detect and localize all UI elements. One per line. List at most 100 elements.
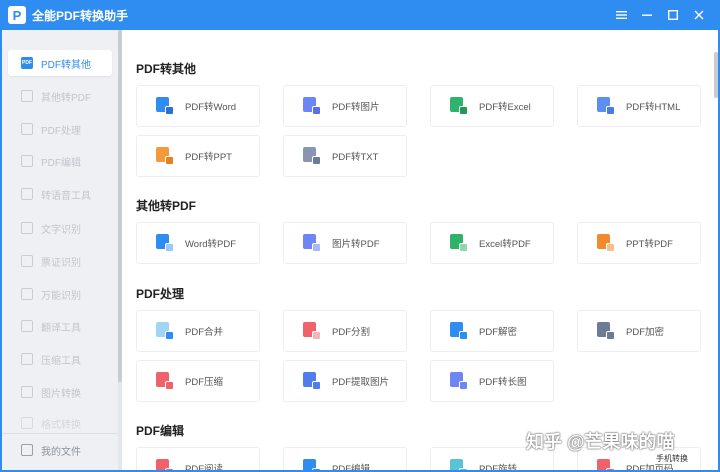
sidebar-item-label: PDF转其他	[41, 59, 91, 71]
translate-icon	[21, 320, 33, 332]
mobile-sync-label[interactable]: 手机转换	[656, 453, 688, 464]
tool-card[interactable]: PDF合并	[136, 310, 260, 352]
sidebar-item-compress[interactable]: 压缩工具	[8, 346, 112, 372]
tool-card[interactable]: PDF编辑	[283, 447, 407, 472]
tool-card[interactable]: PDF阅读	[136, 447, 260, 472]
sidebar: PDF PDF转其他 其他转PDF PDF处理 PDF编辑 转语音工具 文字识别…	[2, 30, 120, 470]
tool-card[interactable]: PPT转PDF	[577, 222, 701, 264]
tool-card-label: 图片转PDF	[332, 239, 380, 250]
pdf-to-txt-icon	[303, 147, 321, 165]
tool-card-label: PDF解密	[479, 327, 518, 338]
tool-card-label: PDF加密	[626, 327, 665, 338]
tool-card-label: PDF转图片	[332, 102, 380, 113]
tool-card[interactable]: PDF转TXT	[283, 135, 407, 177]
tool-card-label: PDF转HTML	[626, 102, 681, 113]
tool-card[interactable]: PDF分割	[283, 310, 407, 352]
tool-card[interactable]: PDF压缩	[136, 360, 260, 402]
ticket-icon	[21, 255, 33, 267]
ocr-icon	[21, 222, 33, 234]
app-title: 全能PDF转换助手	[32, 8, 129, 23]
tool-card[interactable]: PDF转长图	[430, 360, 554, 402]
pdf-to-ppt-icon	[156, 147, 174, 165]
sidebar-item-pdf-process[interactable]: PDF处理	[8, 116, 112, 142]
sidebar-item-translate[interactable]: 翻译工具	[8, 313, 112, 339]
tool-card-label: PDF转TXT	[332, 152, 379, 163]
main-content: PDF转其他 PDF转Word PDF转图片 PDF转Excel PDF转HTML PDF…	[122, 30, 718, 472]
pdf-compress-icon	[156, 372, 174, 390]
section-title: PDF编辑	[136, 424, 185, 438]
tool-card[interactable]: PDF转PPT	[136, 135, 260, 177]
voice-icon	[21, 188, 33, 200]
close-icon	[694, 10, 704, 20]
tool-card[interactable]: PDF转图片	[283, 85, 407, 127]
tool-card-label: Word转PDF	[185, 239, 237, 250]
sidebar-item-my-files[interactable]: 我的文件	[8, 437, 112, 463]
tool-card[interactable]: PDF转Excel	[430, 85, 554, 127]
pdf-edit-icon	[21, 155, 33, 167]
sidebar-item-label: 图片转换	[41, 388, 81, 400]
watermark: 知乎 @芒果味的喵	[526, 432, 675, 452]
sidebar-item-label: PDF编辑	[41, 157, 81, 169]
sidebar-item-label: PDF处理	[41, 125, 81, 137]
pdf-encrypt-icon	[597, 322, 615, 340]
tool-card-label: PDF转PPT	[185, 152, 232, 163]
to-pdf-icon	[21, 90, 33, 102]
tool-card-label: PDF提取图片	[332, 377, 390, 388]
sidebar-item-pdf-edit[interactable]: PDF编辑	[8, 148, 112, 174]
menu-icon	[615, 11, 627, 19]
minimize-button[interactable]	[634, 0, 660, 30]
pdf-to-word-icon	[156, 97, 174, 115]
pdf-to-excel-icon	[450, 97, 468, 115]
sidebar-divider	[2, 433, 119, 434]
sidebar-item-label: 我的文件	[41, 446, 81, 458]
sidebar-item-label: 转语音工具	[41, 190, 91, 202]
title-bar: P 全能PDF转换助手	[0, 0, 720, 30]
section-title: PDF转其他	[136, 62, 197, 76]
tool-card[interactable]: 图片转PDF	[283, 222, 407, 264]
pdf-process-icon	[21, 123, 33, 135]
sidebar-item-voice-tools[interactable]: 转语音工具	[8, 181, 112, 207]
sidebar-item-universal-recognition[interactable]: 万能识别	[8, 281, 112, 307]
tool-card[interactable]: Excel转PDF	[430, 222, 554, 264]
tool-card[interactable]: PDF提取图片	[283, 360, 407, 402]
tool-card-label: Excel转PDF	[479, 239, 531, 250]
excel-to-pdf-icon	[450, 234, 468, 252]
tool-card-label: PDF转长图	[479, 377, 527, 388]
pdf-extract-image-icon	[303, 372, 321, 390]
sidebar-item-label: 票证识别	[41, 257, 81, 269]
window-border-left	[0, 30, 2, 472]
close-button[interactable]	[686, 0, 712, 30]
sidebar-item-label: 压缩工具	[41, 355, 81, 367]
word-to-pdf-icon	[156, 234, 174, 252]
tool-card[interactable]: Word转PDF	[136, 222, 260, 264]
maximize-button[interactable]	[660, 0, 686, 30]
image-to-pdf-icon	[303, 234, 321, 252]
tool-card-label: PDF合并	[185, 327, 224, 338]
sidebar-item-image-convert[interactable]: 图片转换	[8, 379, 112, 405]
menu-button[interactable]	[608, 0, 634, 30]
tool-card[interactable]: PDF解密	[430, 310, 554, 352]
pdf-convert-icon: PDF	[21, 57, 33, 69]
maximize-icon	[668, 10, 678, 20]
window-controls	[608, 0, 712, 30]
format-icon	[21, 417, 33, 429]
tool-card[interactable]: PDF加密	[577, 310, 701, 352]
tool-card[interactable]: PDF转Word	[136, 85, 260, 127]
app-logo-icon: P	[8, 6, 26, 24]
section-title: PDF处理	[136, 287, 185, 301]
sidebar-item-other-to-pdf[interactable]: 其他转PDF	[8, 83, 112, 109]
sidebar-item-label: 文字识别	[41, 224, 81, 236]
tool-card[interactable]: PDF转HTML	[577, 85, 701, 127]
sidebar-item-pdf-to-other[interactable]: PDF PDF转其他	[8, 50, 112, 76]
pdf-to-image-icon	[303, 97, 321, 115]
sidebar-item-ticket-recognition[interactable]: 票证识别	[8, 248, 112, 274]
sidebar-item-ocr[interactable]: 文字识别	[8, 215, 112, 241]
sidebar-item-label: 万能识别	[41, 290, 81, 302]
tool-card-label: PPT转PDF	[626, 239, 673, 250]
pdf-split-icon	[303, 322, 321, 340]
tool-card-label: PDF压缩	[185, 377, 224, 388]
pdf-merge-icon	[156, 322, 174, 340]
sidebar-item-label: 格式转换	[41, 419, 81, 431]
minimize-icon	[642, 14, 652, 16]
pdf-long-image-icon	[450, 372, 468, 390]
